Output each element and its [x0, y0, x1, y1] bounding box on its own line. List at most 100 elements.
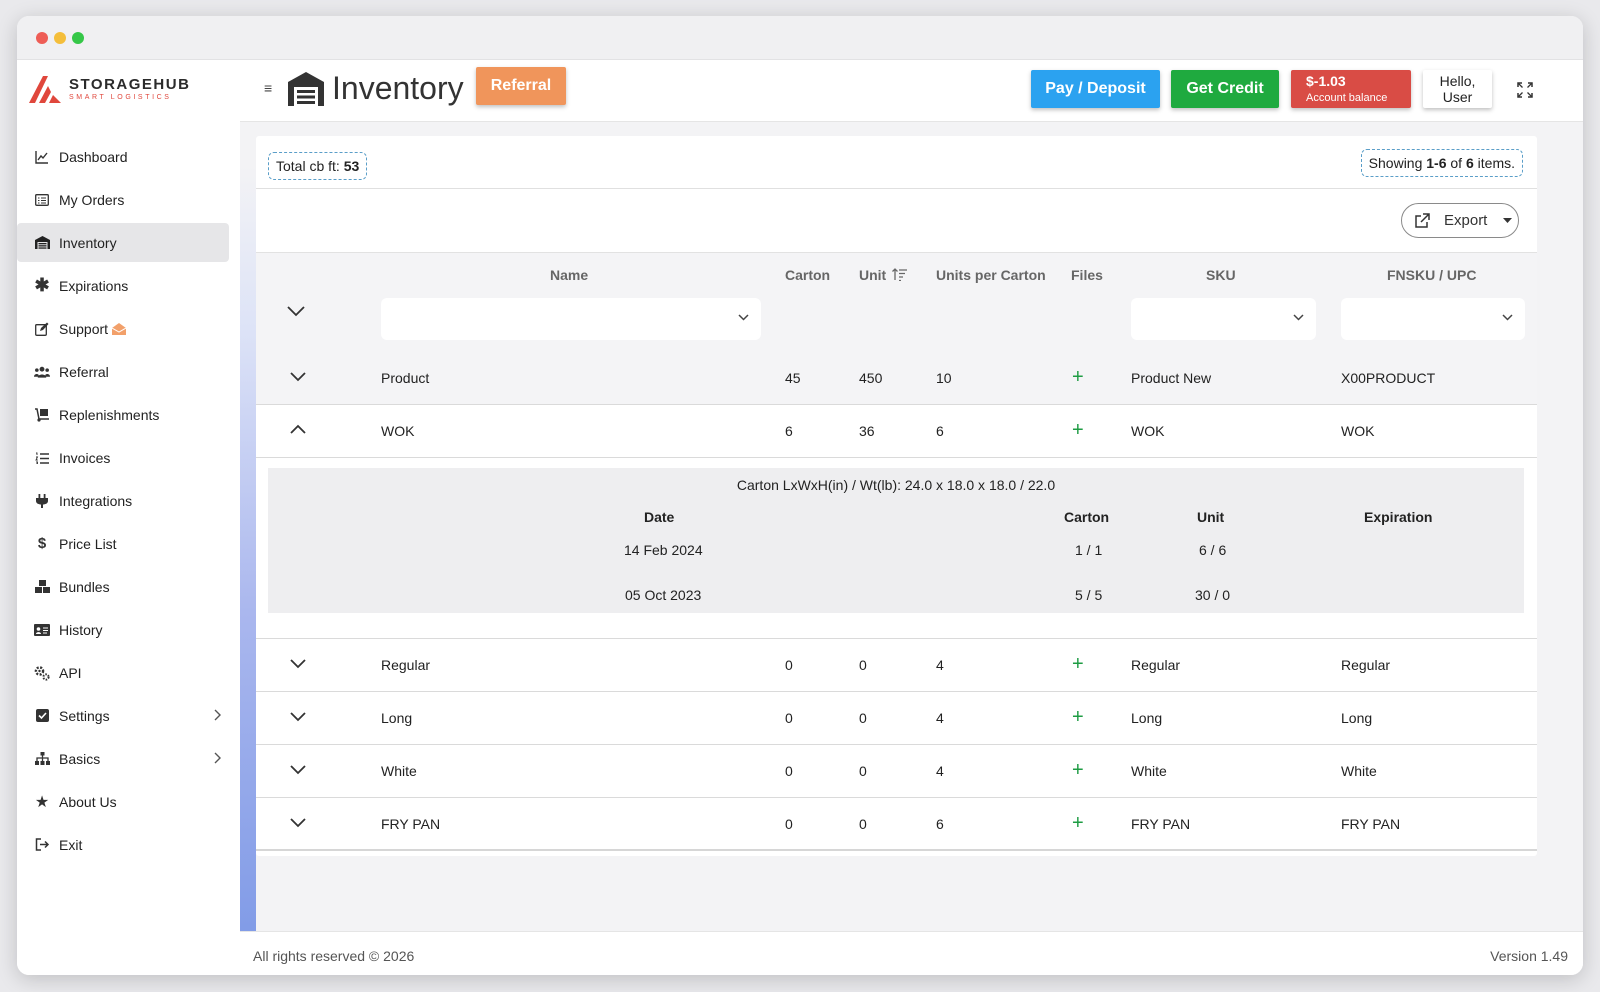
cell-name: Regular	[381, 657, 431, 673]
column-header-sku[interactable]: SKU	[1206, 267, 1236, 283]
detail-header-expiration: Expiration	[1364, 509, 1433, 525]
maximize-window-button[interactable]	[72, 32, 84, 44]
expand-chevron-icon[interactable]	[290, 659, 306, 669]
sidebar-item-expirations[interactable]: ✱ Expirations	[17, 266, 240, 305]
expand-chevron-icon[interactable]	[290, 765, 306, 775]
sidebar-item-about-us[interactable]: ★ About Us	[17, 782, 240, 821]
table-row[interactable]: FRY PAN 0 0 6 + FRY PAN FRY PAN	[256, 798, 1537, 851]
add-file-icon[interactable]: +	[1072, 812, 1084, 835]
version-text: Version 1.49	[1490, 948, 1568, 964]
cell-units-per-carton: 4	[936, 763, 944, 779]
cell-carton: 0	[785, 710, 793, 726]
sidebar-item-history[interactable]: History	[17, 610, 240, 649]
expand-chevron-icon[interactable]	[290, 818, 306, 828]
warehouse-icon	[288, 72, 324, 106]
close-window-button[interactable]	[36, 32, 48, 44]
cell-unit: 0	[859, 710, 867, 726]
expand-chevron-icon[interactable]	[290, 372, 306, 382]
cell-fnsku: Long	[1341, 710, 1373, 726]
brand-logo[interactable]: STORAGEHUB SMART LOGISTICS	[27, 72, 190, 106]
sidebar-item-label: Replenishments	[59, 406, 160, 423]
add-file-icon[interactable]: +	[1072, 653, 1084, 676]
chart-line-icon	[34, 149, 50, 165]
carton-dimensions: Carton LxWxH(in) / Wt(lb): 24.0 x 18.0 x…	[736, 477, 1056, 493]
sidebar-item-exit[interactable]: Exit	[17, 825, 240, 864]
name-filter-select[interactable]	[381, 298, 761, 340]
cell-units-per-carton: 4	[936, 657, 944, 673]
decorative-gradient	[240, 166, 256, 975]
cell-units-per-carton: 6	[936, 423, 944, 439]
fnsku-filter-select[interactable]	[1341, 298, 1525, 340]
detail-header-carton: Carton	[1064, 509, 1110, 525]
app-window: STORAGEHUB SMART LOGISTICS Dashboard My …	[17, 16, 1583, 975]
fullscreen-icon[interactable]	[1517, 82, 1533, 98]
cell-unit: 0	[859, 763, 867, 779]
table-row[interactable]: White 0 0 4 + White White	[256, 745, 1537, 798]
add-file-icon[interactable]: +	[1072, 706, 1084, 729]
expand-chevron-icon[interactable]	[290, 712, 306, 722]
table-row[interactable]: Long 0 0 4 + Long Long	[256, 692, 1537, 745]
table-row[interactable]: WOK 6 36 6 + WOK WOK	[256, 405, 1537, 458]
column-header-name[interactable]: Name	[550, 267, 588, 283]
showing-range: 1-6	[1426, 155, 1447, 171]
sidebar-item-label: Integrations	[59, 492, 133, 509]
sidebar-item-referral[interactable]: Referral	[17, 352, 240, 391]
add-file-icon[interactable]: +	[1072, 366, 1084, 389]
account-balance-button[interactable]: $-1.03 Account balance	[1291, 70, 1411, 108]
sidebar-item-bundles[interactable]: Bundles	[17, 567, 240, 606]
sidebar-item-support[interactable]: Support	[17, 309, 240, 348]
column-header-files[interactable]: Files	[1071, 267, 1103, 283]
user-greeting: Hello,	[1439, 73, 1476, 89]
get-credit-button[interactable]: Get Credit	[1171, 70, 1279, 108]
minimize-window-button[interactable]	[54, 32, 66, 44]
cell-fnsku: White	[1341, 763, 1377, 779]
table-row[interactable]: Product 45 450 10 + Product New X00PRODU…	[256, 352, 1537, 405]
cell-fnsku: WOK	[1341, 423, 1375, 439]
sort-amount-up-icon	[892, 268, 908, 282]
cell-unit: 36	[859, 423, 875, 439]
balance-label: Account balance	[1306, 92, 1388, 104]
detail-date: 14 Feb 2024	[624, 542, 703, 558]
add-file-icon[interactable]: +	[1072, 419, 1084, 442]
cell-name: FRY PAN	[381, 816, 441, 832]
collapse-chevron-icon[interactable]	[290, 424, 306, 434]
sidebar-item-label: My Orders	[59, 191, 125, 208]
sidebar-item-price-list[interactable]: $ Price List	[17, 524, 240, 563]
cell-units-per-carton: 10	[936, 370, 952, 386]
sidebar-item-settings[interactable]: Settings	[17, 696, 240, 735]
menu-toggle-icon[interactable]: ≡	[264, 80, 272, 96]
user-name: User	[1442, 89, 1473, 105]
cell-carton: 6	[785, 423, 793, 439]
user-menu-button[interactable]: Hello, User	[1423, 70, 1492, 108]
sidebar-item-invoices[interactable]: Invoices	[17, 438, 240, 477]
cell-name: WOK	[381, 423, 415, 439]
referral-button[interactable]: Referral	[476, 67, 566, 105]
sidebar-item-inventory[interactable]: Inventory	[17, 223, 229, 262]
divider	[256, 188, 1537, 189]
cell-sku: FRY PAN	[1131, 816, 1191, 832]
copyright-text: All rights reserved © 2026	[253, 948, 415, 964]
sidebar-item-my-orders[interactable]: My Orders	[17, 180, 240, 219]
cell-carton: 0	[785, 816, 793, 832]
sidebar-item-basics[interactable]: Basics	[17, 739, 240, 778]
total-cbft-label: Total cb ft:	[276, 158, 340, 174]
sidebar-item-dashboard[interactable]: Dashboard	[17, 137, 240, 176]
column-header-unit[interactable]: Unit	[859, 267, 908, 283]
detail-carton: 1 / 1	[1075, 542, 1103, 558]
table-row[interactable]: Regular 0 0 4 + Regular Regular	[256, 639, 1537, 692]
sidebar-item-integrations[interactable]: Integrations	[17, 481, 240, 520]
sidebar-item-api[interactable]: API	[17, 653, 240, 692]
sidebar-item-replenishments[interactable]: Replenishments	[17, 395, 240, 434]
add-file-icon[interactable]: +	[1072, 759, 1084, 782]
row-detail-panel: Carton LxWxH(in) / Wt(lb): 24.0 x 18.0 x…	[268, 468, 1524, 613]
collapse-all-chevron-icon[interactable]	[287, 306, 305, 317]
sku-filter-select[interactable]	[1131, 298, 1316, 340]
pay-deposit-button[interactable]: Pay / Deposit	[1031, 70, 1160, 108]
column-header-units-per-carton[interactable]: Units per Carton	[936, 267, 1046, 283]
column-header-fnsku-upc[interactable]: FNSKU / UPC	[1387, 267, 1476, 283]
export-button[interactable]: Export	[1401, 203, 1519, 238]
caret-down-icon	[1503, 217, 1513, 223]
column-header-carton[interactable]: Carton	[785, 267, 830, 283]
sidebar-item-label: History	[59, 621, 103, 638]
cell-sku: WOK	[1131, 423, 1165, 439]
